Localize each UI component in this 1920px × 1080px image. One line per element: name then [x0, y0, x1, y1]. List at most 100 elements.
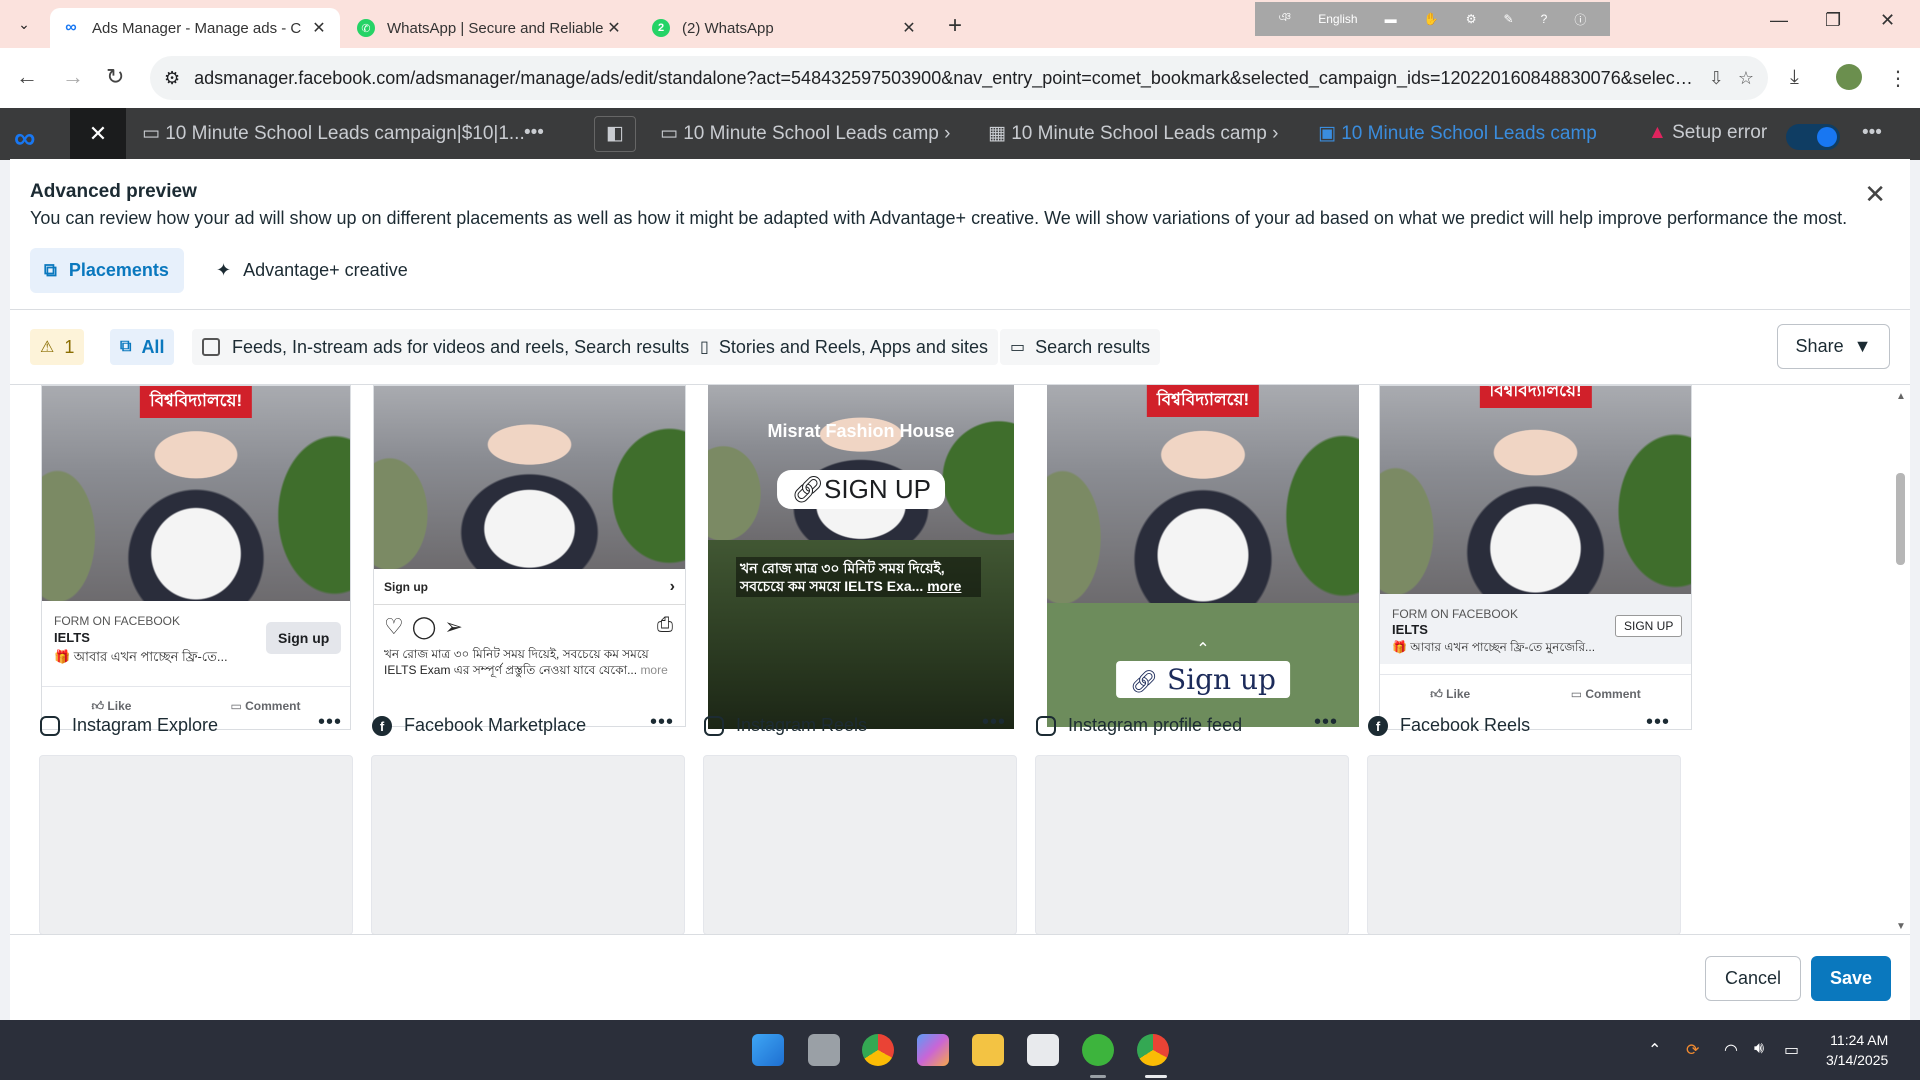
scroll-down-arrow-icon[interactable]: ▼ — [1896, 921, 1906, 932]
preview-card-story[interactable]: Misrat Fashion House 🔗︎SIGN UP খন রোজ মা… — [708, 385, 1014, 729]
ime-keyboard-icon[interactable]: ▬ — [1385, 12, 1397, 26]
new-tab-button[interactable]: + — [948, 12, 962, 40]
more-options-icon[interactable]: ••• — [982, 711, 1006, 734]
more-options-icon[interactable]: ••• — [650, 711, 674, 734]
preview-card-instagram[interactable]: Sign up › ♡◯➢ ⎙ খন রোজ মাত্র ৩০ মিনিট সময… — [373, 385, 686, 727]
preview-card-facebook-2[interactable]: বিশ্ববিদ্যালয়ে! FORM ON FACEBOOK IELTS … — [1379, 385, 1692, 730]
tab-advantage-creative[interactable]: ✦ Advantage+ creative — [202, 248, 422, 293]
reel-signup-button[interactable]: 🔗︎ Sign up — [1116, 661, 1290, 698]
windows-start-icon[interactable] — [752, 1034, 784, 1066]
ime-tool-icon[interactable]: ✋ — [1424, 12, 1439, 26]
profile-avatar[interactable] — [1836, 64, 1862, 90]
save-button[interactable]: Save — [1811, 956, 1891, 1001]
download-icon[interactable]: ⤓ — [1790, 66, 1799, 89]
clock-time: 11:24 AM — [1830, 1032, 1889, 1048]
sidebar-toggle-icon[interactable]: ◧ — [594, 116, 636, 152]
breadcrumb-ad[interactable]: ▣ 10 Minute School Leads camp — [1318, 122, 1597, 145]
show-hidden-icons-icon[interactable]: ⌃ — [1648, 1040, 1661, 1060]
site-info-icon[interactable]: ⚙ — [164, 68, 180, 89]
signup-cta-button[interactable]: Sign up — [266, 622, 342, 654]
browser-menu-icon[interactable]: ⋮ — [1888, 66, 1908, 91]
close-modal-icon[interactable]: ✕ — [1864, 179, 1886, 210]
bookmark-star-icon[interactable]: ☆ — [1738, 68, 1754, 89]
more-icon[interactable]: ••• — [524, 122, 544, 144]
wifi-icon[interactable]: ◠ — [1724, 1040, 1738, 1060]
preview-scrollbar[interactable] — [1895, 391, 1905, 931]
story-signup-button[interactable]: 🔗︎SIGN UP — [777, 470, 945, 509]
volume-icon[interactable]: 🔊︎ — [1754, 1040, 1764, 1058]
share-button[interactable]: Share ▼ — [1777, 324, 1890, 369]
ime-language[interactable]: English — [1318, 12, 1357, 26]
ig-signup-bar[interactable]: Sign up › — [374, 569, 685, 605]
filter-feeds[interactable]: Feeds, In-stream ads for videos and reel… — [192, 329, 700, 365]
ig-action-icons[interactable]: ♡◯➢ — [384, 614, 471, 640]
copilot-icon[interactable] — [917, 1034, 949, 1066]
tab-search-chevron-icon[interactable]: ⌄ — [10, 12, 38, 36]
tab-whatsapp-web[interactable]: ✆ WhatsApp | Secure and Reliable ✕ — [345, 8, 635, 48]
chevron-up-icon: ⌃ — [1196, 641, 1210, 658]
loading-placeholder — [39, 755, 353, 934]
close-editor-icon[interactable]: ✕ — [70, 108, 126, 160]
minimize-icon[interactable]: — — [1770, 10, 1788, 31]
calendar-app-icon[interactable] — [1027, 1034, 1059, 1066]
tab-placements[interactable]: ⧉ Placements — [30, 248, 184, 293]
setup-error-status[interactable]: ▲ Setup error — [1648, 122, 1767, 144]
placement-instagram-profile-feed: Instagram profile feed — [1036, 715, 1242, 736]
close-tab-icon[interactable]: ✕ — [605, 18, 623, 38]
ad-image: বিশ্ববিদ্যালয়ে! — [1047, 385, 1359, 603]
close-tab-icon[interactable]: ✕ — [900, 18, 918, 38]
cancel-button[interactable]: Cancel — [1705, 956, 1801, 1001]
preview-card-facebook[interactable]: বিশ্ববিদ্যালয়ে! FORM ON FACEBOOK IELTS … — [41, 385, 351, 730]
close-window-icon[interactable]: ✕ — [1880, 10, 1895, 31]
loading-placeholder — [1035, 755, 1349, 934]
more-options-icon[interactable]: ••• — [1646, 711, 1670, 734]
sync-icon[interactable]: ⟳ — [1686, 1040, 1699, 1060]
tab-whatsapp[interactable]: 2 (2) WhatsApp ✕ — [640, 8, 930, 48]
more-options-icon[interactable]: ••• — [318, 711, 342, 734]
more-options-icon[interactable]: ••• — [1862, 122, 1882, 144]
thumbs-up-icon: 👍︎ — [1430, 687, 1443, 701]
bookmark-icon[interactable]: ⎙ — [657, 614, 673, 637]
chrome-profile-icon[interactable] — [1137, 1034, 1169, 1066]
reload-icon[interactable]: ↻ — [106, 64, 124, 90]
ime-logo-icon[interactable]: ঞ — [1279, 9, 1292, 29]
utorrent-icon[interactable] — [1082, 1034, 1114, 1066]
comment-button[interactable]: ▭ Comment — [230, 699, 300, 714]
filter-stories[interactable]: ▯ Stories and Reels, Apps and sites — [690, 329, 998, 365]
file-explorer-icon[interactable] — [972, 1034, 1004, 1066]
ime-help-icon[interactable]: ? — [1541, 12, 1548, 26]
warning-filter[interactable]: ⚠ 1 — [30, 329, 85, 365]
filter-all[interactable]: ⧉ All — [110, 329, 175, 365]
campaign-tab[interactable]: ▭ 10 Minute School Leads campaign|$10|1.… — [142, 122, 525, 145]
monitor-icon: ▭ — [1010, 339, 1026, 356]
like-button[interactable]: 👍︎ Like — [1430, 687, 1470, 702]
close-tab-icon[interactable]: ✕ — [310, 18, 328, 38]
ime-settings-icon[interactable]: ⚙ — [1466, 12, 1477, 26]
scrollbar-thumb[interactable] — [1896, 473, 1905, 565]
install-app-icon[interactable]: ⇩ — [1709, 68, 1724, 89]
url-text[interactable]: adsmanager.facebook.com/adsmanager/manag… — [194, 68, 1695, 89]
tab-ads-manager[interactable]: ∞ Ads Manager - Manage ads - C ✕ — [50, 8, 340, 48]
task-view-icon[interactable] — [808, 1034, 840, 1066]
ad-toggle[interactable] — [1786, 124, 1840, 150]
restore-icon[interactable]: ❐ — [1825, 10, 1841, 31]
breadcrumb-adset[interactable]: ▦ 10 Minute School Leads camp › — [988, 122, 1278, 145]
chrome-icon[interactable] — [862, 1034, 894, 1066]
meta-logo-icon[interactable]: ∞ — [14, 122, 35, 156]
system-clock[interactable]: 11:24 AM 3/14/2025 — [1826, 1030, 1888, 1070]
back-icon[interactable]: ← — [16, 64, 38, 90]
ime-edit-icon[interactable]: ✎ — [1504, 12, 1514, 26]
battery-icon[interactable]: ▭ — [1784, 1040, 1799, 1060]
loading-placeholder — [1367, 755, 1681, 934]
breadcrumb-campaign[interactable]: ▭ 10 Minute School Leads camp › — [660, 122, 950, 145]
forward-icon[interactable]: → — [62, 64, 84, 90]
signup-cta-button[interactable]: SIGN UP — [1615, 615, 1683, 637]
filter-search[interactable]: ▭ Search results — [1000, 329, 1161, 365]
preview-card-reels[interactable]: বিশ্ববিদ্যালয়ে! ⌃ 🔗︎ Sign up — [1047, 385, 1359, 727]
ime-info-icon[interactable]: ⓘ — [1574, 11, 1586, 28]
more-options-icon[interactable]: ••• — [1314, 711, 1338, 734]
thumbs-up-icon: 👍︎ — [91, 699, 105, 713]
like-button[interactable]: 👍︎ Like — [92, 699, 132, 714]
omnibox[interactable]: ⚙ adsmanager.facebook.com/adsmanager/man… — [150, 56, 1768, 100]
comment-button[interactable]: ▭ Comment — [1571, 687, 1641, 702]
